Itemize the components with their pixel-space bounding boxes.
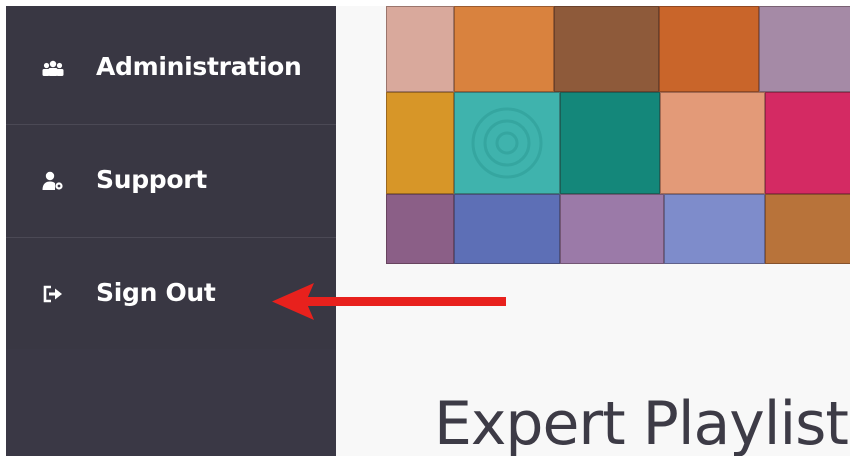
- people-icon: [42, 58, 64, 78]
- red-arrow-icon: [272, 283, 506, 320]
- sidebar-item-support[interactable]: Support: [6, 125, 336, 237]
- sidebar: Administration Support Sign Out: [6, 6, 336, 456]
- sidebar-item-administration[interactable]: Administration: [6, 12, 336, 124]
- sidebar-item-label: Support: [96, 165, 207, 195]
- sidebar-item-label: Sign Out: [96, 278, 216, 308]
- sidebar-empty-area: [6, 349, 336, 456]
- user-gear-icon: [42, 171, 64, 191]
- main-content: Expert Playlists: [336, 6, 850, 456]
- sign-out-icon: [42, 284, 64, 304]
- page-title: Expert Playlists: [434, 389, 850, 456]
- app-window: Administration Support Sign Out Expert P…: [6, 6, 850, 456]
- sidebar-item-label: Administration: [96, 52, 302, 82]
- hero-image: [386, 6, 850, 264]
